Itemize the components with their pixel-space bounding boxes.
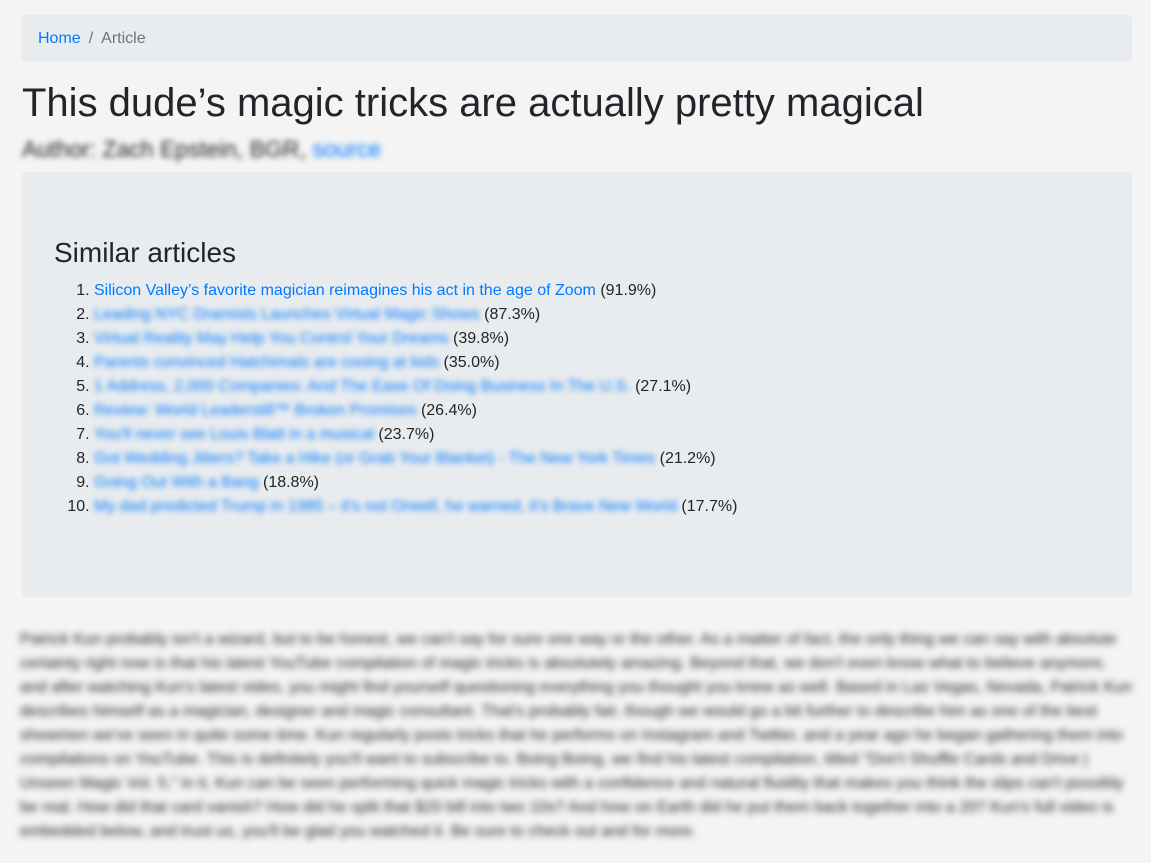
list-item: Virtual Reality May Help You Control You… <box>94 327 1100 351</box>
breadcrumb-separator: / <box>88 29 94 47</box>
list-item: My dad predicted Trump in 1985 – it's no… <box>94 495 1100 519</box>
similar-article-link[interactable]: You'll never see Louis Blatt in a musica… <box>94 426 374 443</box>
page-title: This dude’s magic tricks are actually pr… <box>22 81 924 125</box>
source-link[interactable]: source <box>312 136 381 162</box>
similarity-score: (18.8%) <box>262 474 320 491</box>
list-item: Going Out With a Bang (18.8%) <box>94 471 1100 495</box>
similarity-score: (26.4%) <box>420 402 477 419</box>
similarity-score: (87.3%) <box>484 306 541 323</box>
similarity-score: (27.1%) <box>635 378 692 395</box>
breadcrumb-home-link[interactable]: Home <box>38 30 81 48</box>
similar-article-link[interactable]: Virtual Reality May Help You Control You… <box>94 330 449 347</box>
list-item: You'll never see Louis Blatt in a musica… <box>94 423 1100 447</box>
list-item: Parents convinced Hatchimals are cooing … <box>94 351 1100 375</box>
list-item: Silicon Valley’s favorite magician reima… <box>94 279 1100 303</box>
author-text: Author: Zach Epstein, BGR, <box>22 136 313 162</box>
breadcrumb: Home / Article <box>22 15 1132 62</box>
similar-article-link[interactable]: Review: World Leaderstill™ Broken Promis… <box>94 402 416 419</box>
author-line: Author: Zach Epstein, BGR, source <box>22 135 381 163</box>
breadcrumb-current: Article <box>101 29 146 47</box>
similar-articles-heading: Similar articles <box>54 237 237 268</box>
list-item: Review: World Leaderstill™ Broken Promis… <box>94 399 1100 423</box>
list-item: Got Wedding Jitters? Take a Hike (or Gra… <box>94 447 1100 471</box>
list-item: 1 Address, 2,000 Companies: And The Ease… <box>94 375 1100 399</box>
similar-articles-card: Similar articles Silicon Valley’s favori… <box>22 172 1132 597</box>
similar-article-link[interactable]: Got Wedding Jitters? Take a Hike (or Gra… <box>94 450 655 467</box>
similar-article-link[interactable]: Parents convinced Hatchimals are cooing … <box>94 354 439 371</box>
similarity-score: (17.7%) <box>681 498 738 515</box>
article-body: Patrick Kun probably isn't a wizard, but… <box>20 631 1133 840</box>
similar-article-link[interactable]: 1 Address, 2,000 Companies: And The Ease… <box>94 378 631 395</box>
similar-article-link[interactable]: Leading NYC Dramists Launches Virtual Ma… <box>94 306 480 323</box>
similarity-score: (39.8%) <box>453 330 510 347</box>
similarity-score: (91.9%) <box>600 282 657 299</box>
similarity-score: (23.7%) <box>378 426 435 443</box>
similar-article-link[interactable]: Silicon Valley’s favorite magician reima… <box>94 282 596 299</box>
similarity-score: (21.2%) <box>659 450 716 467</box>
list-item: Leading NYC Dramists Launches Virtual Ma… <box>94 303 1100 327</box>
similar-articles-list: Silicon Valley’s favorite magician reima… <box>54 279 1100 519</box>
similar-article-link[interactable]: My dad predicted Trump in 1985 – it's no… <box>94 498 677 515</box>
similar-article-link[interactable]: Going Out With a Bang <box>94 474 259 491</box>
similarity-score: (35.0%) <box>443 354 500 371</box>
